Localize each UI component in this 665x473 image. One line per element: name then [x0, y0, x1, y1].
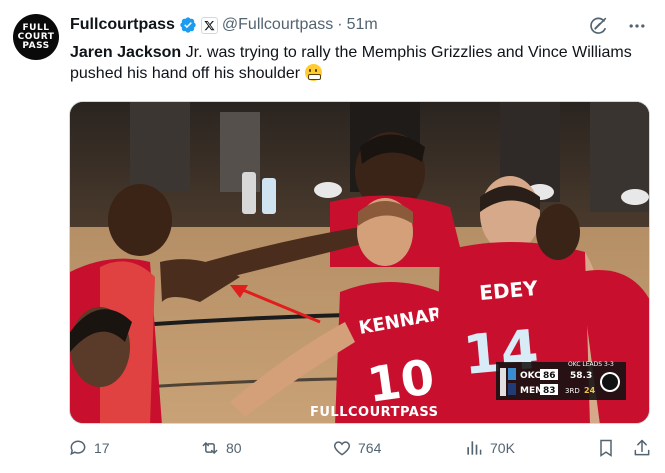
- share-icon: [634, 439, 650, 456]
- reply-icon: [70, 440, 86, 456]
- tweet-header: Fullcourtpass @Fullcourtpass · 51m: [70, 14, 378, 36]
- scorebug-score-2: 83: [543, 386, 556, 396]
- author-handle[interactable]: @Fullcourtpass: [222, 16, 333, 34]
- grok-icon[interactable]: [587, 15, 609, 37]
- scorebug-score-1: 86: [543, 371, 556, 381]
- scorebug-team-1: OKC: [520, 371, 541, 381]
- share-button[interactable]: [632, 438, 652, 458]
- reply-count: 17: [94, 440, 110, 456]
- bookmark-icon: [600, 439, 612, 457]
- tweet-top-actions: [587, 15, 647, 37]
- reply-button[interactable]: 17: [68, 438, 110, 458]
- tweet-action-bar: 17 80 764 70K: [66, 438, 650, 464]
- grimacing-emoji-icon: [304, 64, 322, 81]
- tweet-text: Jaren Jackson Jr. was trying to rally th…: [70, 42, 640, 84]
- scorebug-clock: 58.3: [570, 371, 592, 381]
- author-name[interactable]: Fullcourtpass: [70, 16, 175, 34]
- more-options-icon[interactable]: [627, 16, 647, 36]
- avatar-line-3: PASS: [22, 40, 50, 51]
- jersey-name-edey: EDEY: [478, 276, 539, 305]
- bookmark-button[interactable]: [596, 438, 616, 458]
- video-watermark: FULLCOURTPASS: [310, 405, 438, 420]
- heart-icon: [333, 441, 351, 456]
- affiliate-x-icon[interactable]: [200, 16, 218, 34]
- scorebug-shot-clock: 24: [584, 386, 596, 395]
- tweet-video[interactable]: KENNAR 10 EDEY 14 FULLCOURTPASS OKC 86 M…: [69, 101, 650, 424]
- tweet-text-bold: Jaren Jackson: [70, 44, 182, 61]
- repost-icon: [202, 442, 218, 454]
- views-button[interactable]: 70K: [464, 438, 515, 458]
- like-count: 764: [358, 440, 382, 456]
- scorebug-period: 3RD: [565, 387, 580, 395]
- like-button[interactable]: 764: [332, 438, 381, 458]
- repost-button[interactable]: 80: [200, 438, 242, 458]
- tweet-time[interactable]: 51m: [347, 16, 378, 34]
- repost-count: 80: [226, 440, 242, 456]
- scorebug: OKC 86 MEM 83 58.3 3RD 24 OKC LEADS 3-3: [496, 361, 626, 400]
- verified-badge-icon[interactable]: [179, 16, 197, 34]
- views-count: 70K: [490, 440, 515, 456]
- views-chart-icon: [467, 441, 482, 455]
- scorebug-lead-text: OKC LEADS 3-3: [568, 361, 614, 368]
- meta-separator: ·: [337, 16, 343, 33]
- avatar[interactable]: FULL COURT PASS: [13, 14, 59, 60]
